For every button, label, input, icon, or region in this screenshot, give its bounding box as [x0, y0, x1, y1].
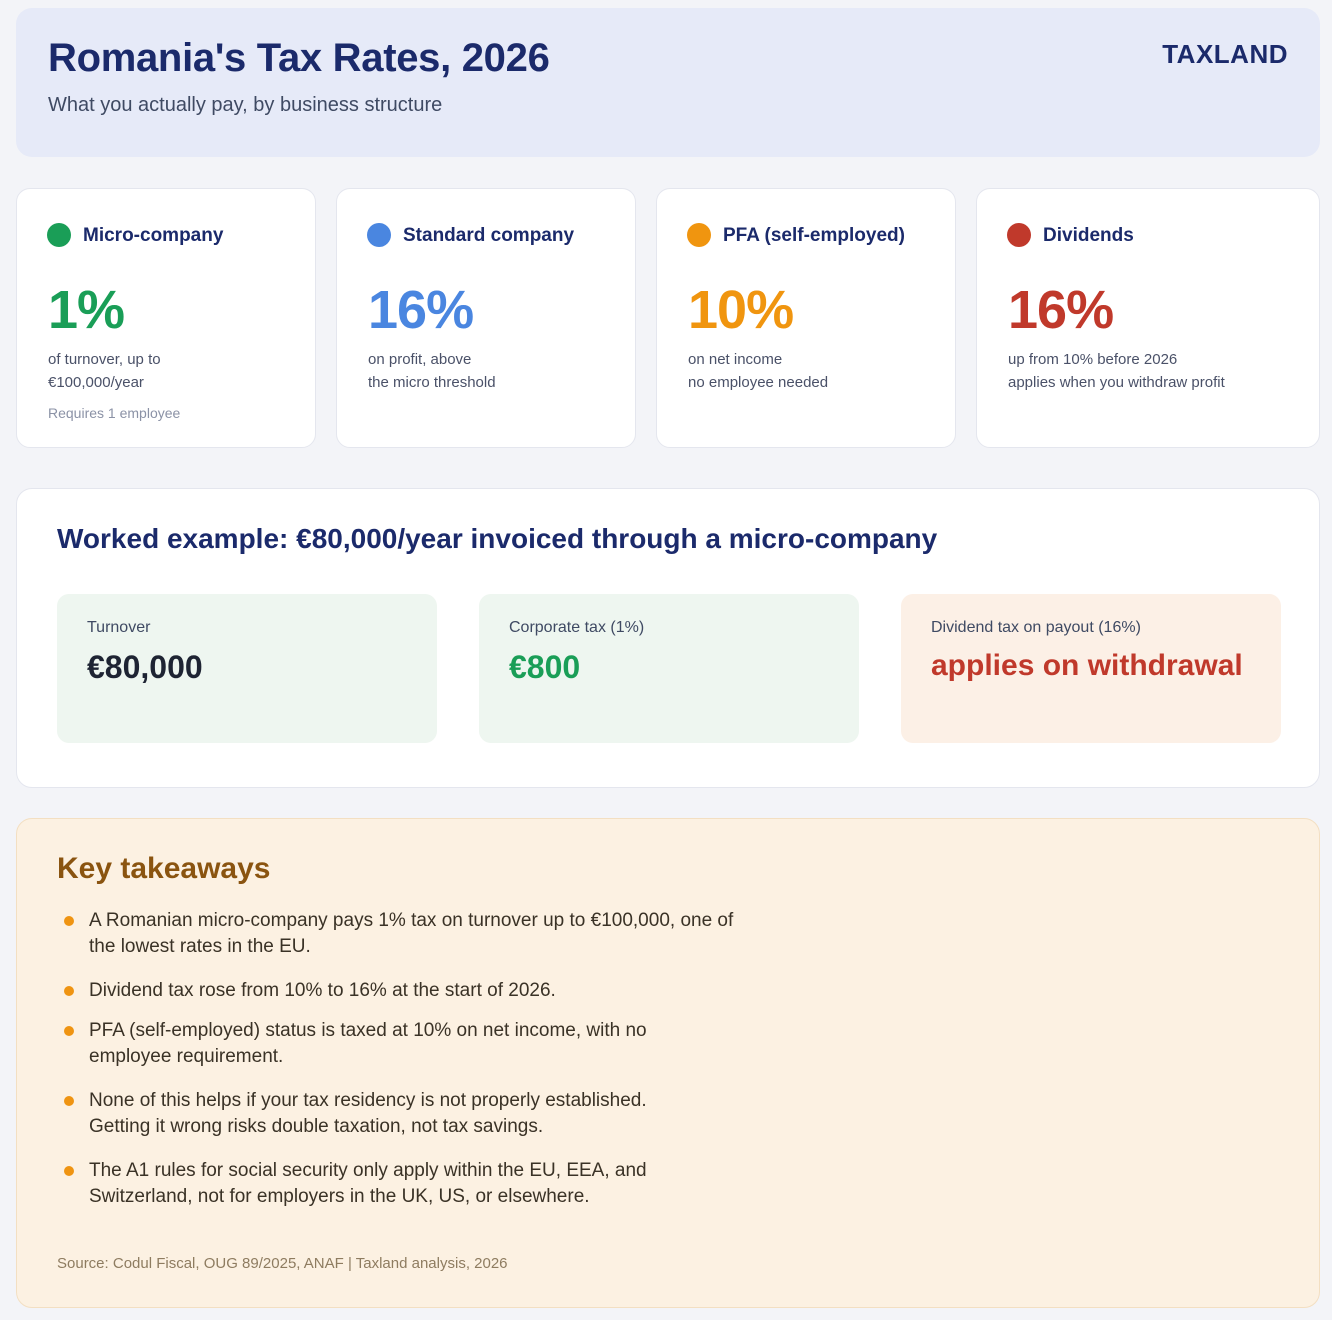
- list-item-line: Getting it wrong risks double taxation, …: [89, 1116, 544, 1137]
- rate-card-description: up from 10% before 2026 applies when you…: [1008, 348, 1225, 394]
- rate-card-desc-line: of turnover, up to: [48, 351, 161, 368]
- rate-card-desc-line: no employee needed: [688, 374, 829, 391]
- list-item-line: Switzerland, not for employers in the UK…: [89, 1186, 590, 1207]
- rate-card-desc-line: the micro threshold: [368, 374, 496, 391]
- example-box-turnover: Turnover €80,000: [57, 594, 437, 743]
- page-subtitle: What you actually pay, by business struc…: [48, 94, 443, 116]
- rate-card-value: 16%: [368, 280, 474, 340]
- list-item-line: Dividend tax rose from 10% to 16% at the…: [89, 980, 556, 1001]
- list-item-line: The A1 rules for social security only ap…: [89, 1160, 647, 1181]
- list-item: A Romanian micro-company pays 1% tax on …: [64, 908, 769, 960]
- source-note: Source: Codul Fiscal, OUG 89/2025, ANAF …: [57, 1255, 508, 1272]
- list-item: The A1 rules for social security only ap…: [64, 1158, 769, 1210]
- rate-card-desc-line: on net income: [688, 351, 783, 368]
- brand-logo: TAXLAND: [1162, 39, 1288, 69]
- worked-example-title: Worked example: €80,000/year invoiced th…: [57, 523, 938, 554]
- key-takeaways-panel: Key takeaways A Romanian micro-company p…: [16, 818, 1320, 1308]
- rate-card-desc-line: €100,000/year: [48, 374, 144, 391]
- example-box-value: €800: [509, 649, 581, 685]
- bullet-icon: [64, 916, 74, 926]
- example-box-value: €80,000: [87, 649, 203, 685]
- bullet-icon: [64, 1166, 74, 1176]
- page-title: Romania's Tax Rates, 2026: [48, 36, 550, 80]
- rate-card-micro-company: Micro-company 1% of turnover, up to €100…: [16, 188, 316, 448]
- list-item-line: A Romanian micro-company pays 1% tax on …: [89, 910, 734, 931]
- list-item-line: employee requirement.: [89, 1046, 284, 1067]
- green-dot-icon: [47, 223, 71, 247]
- rate-card-name: Dividends: [1043, 225, 1134, 246]
- bullet-icon: [64, 1096, 74, 1106]
- example-box-value: applies on withdrawal: [931, 649, 1243, 682]
- orange-dot-icon: [687, 223, 711, 247]
- example-box-corporate-tax: Corporate tax (1%) €800: [479, 594, 859, 743]
- blue-dot-icon: [367, 223, 391, 247]
- list-item: None of this helps if your tax residency…: [64, 1088, 769, 1140]
- rate-card-standard-company: Standard company 16% on profit, above th…: [336, 188, 636, 448]
- rate-card-desc-line: on profit, above: [368, 351, 472, 368]
- rate-card-name: Micro-company: [83, 225, 224, 246]
- list-item-line: the lowest rates in the EU.: [89, 936, 311, 957]
- bullet-icon: [64, 986, 74, 996]
- rate-card-description: of turnover, up to €100,000/year: [48, 348, 161, 394]
- rate-card-description: on profit, above the micro threshold: [368, 348, 496, 394]
- rate-card-description: on net income no employee needed: [688, 348, 828, 394]
- list-item: Dividend tax rose from 10% to 16% at the…: [64, 978, 769, 1004]
- rate-card-desc-line: up from 10% before 2026: [1008, 351, 1178, 368]
- rate-card-note: Requires 1 employee: [48, 405, 181, 421]
- list-item-line: PFA (self-employed) status is taxed at 1…: [89, 1020, 647, 1041]
- example-box-label: Dividend tax on payout (16%): [931, 619, 1141, 636]
- example-box-label: Corporate tax (1%): [509, 619, 645, 636]
- rate-card-value: 16%: [1008, 280, 1114, 340]
- rate-card-pfa: PFA (self-employed) 10% on net income no…: [656, 188, 956, 448]
- rate-card-dividends: Dividends 16% up from 10% before 2026 ap…: [976, 188, 1320, 448]
- example-box-dividend-tax: Dividend tax on payout (16%) applies on …: [901, 594, 1281, 743]
- rate-card-value: 10%: [688, 280, 794, 340]
- rate-card-name: PFA (self-employed): [723, 225, 905, 246]
- rate-card-desc-line: applies when you withdraw profit: [1008, 374, 1225, 391]
- list-item-line: None of this helps if your tax residency…: [89, 1090, 647, 1111]
- rate-card-name: Standard company: [403, 225, 575, 246]
- list-item: PFA (self-employed) status is taxed at 1…: [64, 1018, 769, 1070]
- red-dot-icon: [1007, 223, 1031, 247]
- key-takeaways-title: Key takeaways: [57, 852, 271, 885]
- rate-card-value: 1%: [48, 280, 125, 340]
- header-banner: Romania's Tax Rates, 2026 What you actua…: [16, 8, 1320, 157]
- example-box-label: Turnover: [87, 619, 151, 636]
- worked-example-panel: Worked example: €80,000/year invoiced th…: [16, 488, 1320, 788]
- bullet-icon: [64, 1026, 74, 1036]
